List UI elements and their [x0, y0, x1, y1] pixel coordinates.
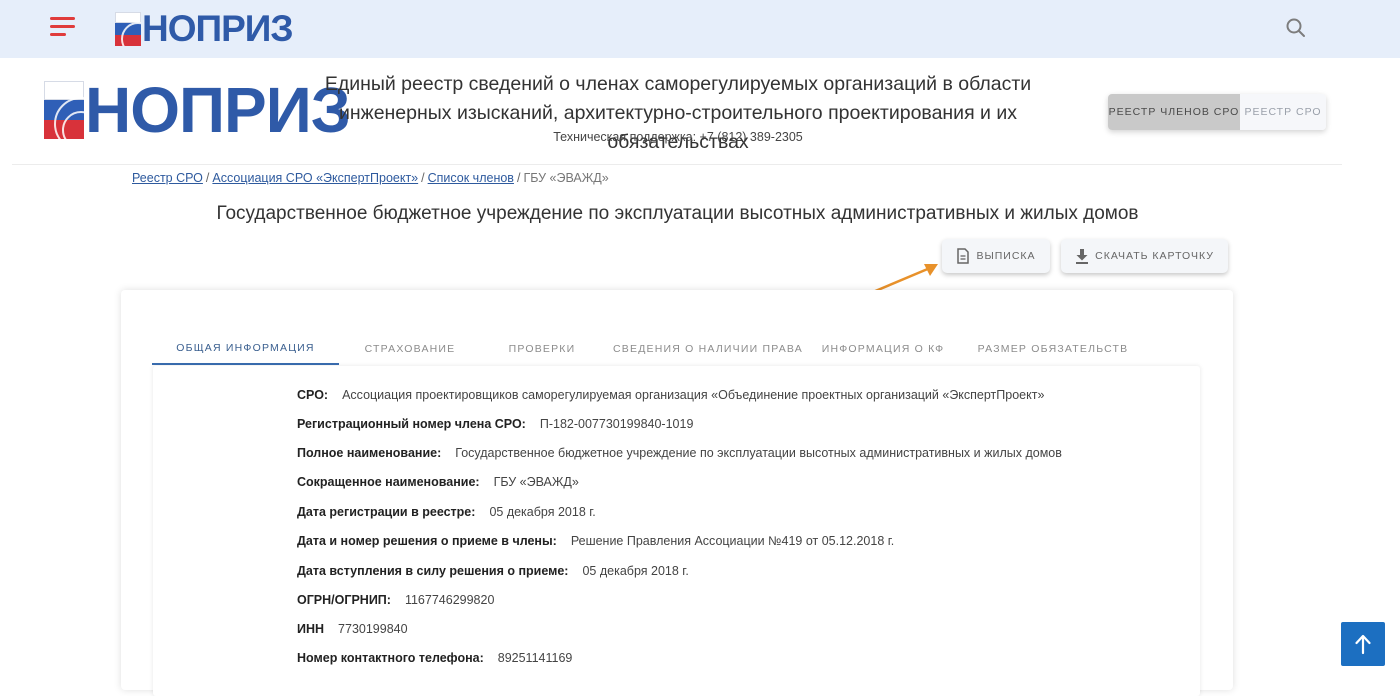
download-card-button-label: СКАЧАТЬ КАРТОЧКУ	[1095, 250, 1214, 262]
breadcrumb-association-link[interactable]: Ассоциация СРО «ЭкспертПроект»	[212, 171, 418, 185]
info-label: ОГРН/ОГРНИП:	[297, 593, 391, 607]
breadcrumb-separator: /	[516, 171, 521, 185]
info-label: СРО:	[297, 388, 329, 402]
info-value: 89251141169	[497, 651, 573, 665]
arrow-up-icon	[1355, 634, 1371, 655]
info-label: Регистрационный номер члена СРО:	[297, 417, 526, 431]
scroll-to-top-button[interactable]	[1341, 622, 1385, 666]
flag-logo-icon	[115, 12, 141, 46]
tab-rights-info[interactable]: СВЕДЕНИЯ О НАЛИЧИИ ПРАВА	[603, 333, 813, 365]
info-label: ИНН	[297, 622, 325, 636]
info-row-short-name: Сокращенное наименование: ГБУ «ЭВАЖД»	[297, 475, 579, 489]
document-icon	[957, 248, 970, 264]
page-title: Государственное бюджетное учреждение по …	[216, 203, 1139, 224]
registry-title-line1: Единый реестр сведений о членах саморегу…	[324, 73, 1032, 95]
toggle-sro-registry[interactable]: РЕЕСТР СРО	[1240, 94, 1326, 130]
tab-insurance[interactable]: СТРАХОВАНИЕ	[339, 333, 481, 365]
info-label: Дата регистрации в реестре:	[297, 505, 476, 519]
tab-general-info[interactable]: ОБЩАЯ ИНФОРМАЦИЯ	[152, 333, 339, 365]
info-value: 7730199840	[338, 622, 408, 636]
info-row-inn: ИНН 7730199840	[297, 622, 408, 636]
tab-kf-info[interactable]: ИНФОРМАЦИЯ О КФ	[813, 333, 953, 365]
info-value: 1167746299820	[404, 593, 495, 607]
info-label: Сокращенное наименование:	[297, 475, 480, 489]
info-row-effective-date: Дата вступления в силу решения о приеме:…	[297, 564, 689, 578]
info-row-full-name: Полное наименование: Государственное бюдж…	[297, 446, 1062, 460]
tab-bar: ОБЩАЯ ИНФОРМАЦИЯ СТРАХОВАНИЕ ПРОВЕРКИ СВ…	[152, 333, 1153, 365]
registry-toggle: РЕЕСТР ЧЛЕНОВ СРО РЕЕСТР СРО	[1108, 94, 1326, 130]
menu-icon[interactable]	[50, 17, 76, 39]
info-label: Дата вступления в силу решения о приеме:	[297, 564, 569, 578]
info-value: 05 декабря 2018 г.	[489, 505, 596, 519]
info-label: Номер контактного телефона:	[297, 651, 484, 665]
logo-text: НОПРИЗ	[142, 8, 294, 49]
tab-obligations[interactable]: РАЗМЕР ОБЯЗАТЕЛЬСТВ	[953, 333, 1153, 365]
breadcrumb-registry-link[interactable]: Реестр СРО	[132, 171, 203, 185]
info-value: 05 декабря 2018 г.	[582, 564, 689, 578]
info-label: Полное наименование:	[297, 446, 442, 460]
extract-button-label: ВЫПИСКА	[976, 250, 1036, 262]
logo-small[interactable]: НОПРИЗ	[115, 8, 294, 49]
breadcrumb-separator: /	[205, 171, 210, 185]
breadcrumb-separator: /	[421, 171, 425, 185]
info-row-registration-date: Дата регистрации в реестре: 05 декабря 20…	[297, 505, 596, 519]
support-phone: Техническая поддержка: +7 (812) 389-2305	[553, 130, 803, 144]
search-icon[interactable]	[1285, 17, 1307, 39]
info-value: Ассоциация проектировщиков саморегулируе…	[342, 388, 1045, 402]
top-bar: НОПРИЗ	[0, 0, 1400, 58]
info-value: П-182-007730199840-1019	[539, 417, 694, 431]
flag-logo-icon	[44, 81, 84, 139]
registry-title-line2: инженерных изысканий, архитектурно-строи…	[338, 102, 1017, 153]
info-value: ГБУ «ЭВАЖД»	[493, 475, 579, 489]
breadcrumb-current: ГБУ «ЭВАЖД»	[523, 171, 609, 185]
tab-inspections[interactable]: ПРОВЕРКИ	[481, 333, 603, 365]
download-icon	[1076, 249, 1089, 264]
info-row-phone: Номер контактного телефона: 89251141169	[297, 651, 572, 665]
toggle-members-registry[interactable]: РЕЕСТР ЧЛЕНОВ СРО	[1108, 94, 1240, 130]
info-row-decision: Дата и номер решения о приеме в члены: Ре…	[297, 534, 894, 548]
info-value: Решение Правления Ассоциации №419 от 05.…	[570, 534, 895, 548]
breadcrumb-members-link[interactable]: Список членов	[428, 171, 514, 185]
info-row-ogrn: ОГРН/ОГРНИП: 1167746299820	[297, 593, 494, 607]
info-label: Дата и номер решения о приеме в члены:	[297, 534, 557, 548]
info-value: Государственное бюджетное учреждение по …	[455, 446, 1062, 460]
info-row-sro: СРО: Ассоциация проектировщиков саморегул…	[297, 388, 1044, 402]
download-card-button[interactable]: СКАЧАТЬ КАРТОЧКУ	[1061, 239, 1228, 273]
breadcrumb: Реестр СРО / Ассоциация СРО «ЭкспертПроект…	[132, 171, 609, 185]
divider	[12, 164, 1342, 165]
info-row-reg-number: Регистрационный номер члена СРО: П-182-00…	[297, 417, 693, 431]
extract-button[interactable]: ВЫПИСКА	[942, 239, 1050, 273]
info-panel	[153, 366, 1200, 696]
